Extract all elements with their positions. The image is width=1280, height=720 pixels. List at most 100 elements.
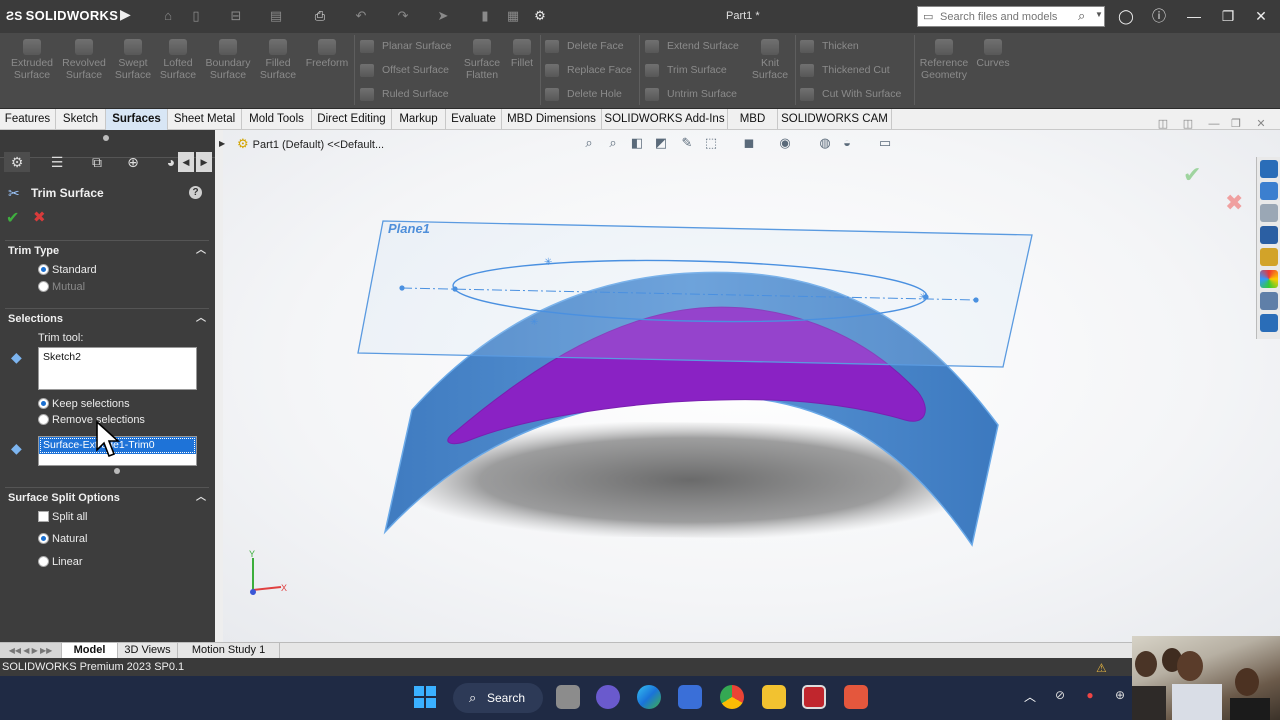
file-explorer-icon[interactable] bbox=[762, 685, 786, 709]
extruded-surface-button[interactable]: Extruded Surface bbox=[8, 39, 56, 81]
store-icon[interactable] bbox=[678, 685, 702, 709]
chevron-up-icon[interactable]: ︿ bbox=[196, 241, 206, 261]
revolved-surface-button[interactable]: Revolved Surface bbox=[60, 39, 108, 81]
tab-solidworks-cam[interactable]: SOLIDWORKS CAM bbox=[778, 109, 892, 130]
feature-manager-tab-icon[interactable]: ⚙ bbox=[4, 152, 30, 172]
freeform-button[interactable]: Freeform bbox=[303, 39, 351, 69]
minimize-button[interactable]: — bbox=[1183, 6, 1205, 26]
untrim-surface-button[interactable]: Untrim Surface bbox=[645, 85, 737, 103]
collapse-right-icon[interactable]: ◫ bbox=[1181, 117, 1195, 131]
microphone-icon[interactable]: ● bbox=[1082, 688, 1098, 704]
undo-icon[interactable]: ↶ bbox=[353, 8, 369, 24]
taskbar-search-button[interactable]: ⌕ Search bbox=[453, 683, 543, 713]
logo-menu-arrow-icon[interactable]: ▶ bbox=[120, 6, 131, 23]
graphics-area[interactable]: ✳ ✳ ✳ Plane1 Y X bbox=[215, 130, 1280, 642]
mutual-radio[interactable]: Mutual bbox=[38, 280, 85, 294]
planar-surface-button[interactable]: Planar Surface bbox=[360, 37, 451, 55]
tab-evaluate[interactable]: Evaluate bbox=[446, 109, 502, 130]
zoom-to-fit-icon[interactable]: ⌕ bbox=[580, 134, 598, 152]
tab-solidworks-add-ins[interactable]: SOLIDWORKS Add-Ins bbox=[602, 109, 728, 130]
cancel-x-icon[interactable]: ✖ bbox=[33, 208, 46, 226]
reference-geometry-button[interactable]: Reference Geometry bbox=[918, 39, 970, 81]
previous-view-icon[interactable]: ◧ bbox=[628, 134, 646, 152]
selections-header[interactable]: Selections ︿ bbox=[5, 308, 209, 328]
ok-check-icon[interactable]: ✔ bbox=[6, 208, 19, 228]
tab-motion-study-1[interactable]: Motion Study 1 bbox=[178, 643, 280, 658]
print-icon[interactable]: ⎙ bbox=[312, 8, 328, 24]
solidworks-resources-icon[interactable] bbox=[1260, 160, 1278, 178]
tab-scroll-arrows-icon[interactable]: ◀◀ ◀ ▶ ▶▶ bbox=[0, 643, 62, 658]
save-icon[interactable]: ▤ bbox=[268, 8, 284, 24]
natural-radio[interactable]: Natural bbox=[38, 532, 87, 546]
tab-model[interactable]: Model bbox=[62, 643, 118, 658]
curves-button[interactable]: Curves bbox=[974, 39, 1012, 69]
model-canvas[interactable]: ✳ ✳ ✳ Plane1 Y X bbox=[215, 130, 1280, 642]
solidworks-2023-taskbar-icon[interactable] bbox=[802, 685, 826, 709]
collapse-left-icon[interactable]: ◫ bbox=[1156, 117, 1170, 131]
search-dropdown-icon[interactable]: ▼ bbox=[1095, 10, 1103, 19]
globe-icon[interactable]: ⊕ bbox=[1112, 688, 1128, 704]
thicken-button[interactable]: Thicken bbox=[800, 37, 859, 55]
dynamic-annotation-icon[interactable]: ✎ bbox=[678, 134, 696, 152]
trim-surface-button[interactable]: Trim Surface bbox=[645, 61, 727, 79]
confirmation-cancel-icon[interactable]: ✖ bbox=[1225, 190, 1243, 216]
tab-direct-editing[interactable]: Direct Editing bbox=[312, 109, 392, 130]
resize-handle[interactable] bbox=[114, 468, 120, 474]
tree-expand-icon[interactable]: ▶ bbox=[219, 139, 225, 148]
split-all-checkbox[interactable]: Split all bbox=[38, 510, 87, 524]
viewport-minimize-icon[interactable]: — bbox=[1207, 117, 1221, 131]
task-view-icon[interactable] bbox=[556, 685, 580, 709]
tab-markup[interactable]: Markup bbox=[392, 109, 446, 130]
zoom-to-area-icon[interactable]: ⌕ bbox=[604, 134, 622, 152]
chevron-up-icon[interactable]: ︿ bbox=[196, 309, 206, 329]
rebuild-status-icon[interactable]: ⚠ bbox=[1096, 659, 1107, 677]
custom-properties-icon[interactable] bbox=[1260, 292, 1278, 310]
tab-mold-tools[interactable]: Mold Tools bbox=[242, 109, 312, 130]
feature-tree-flyout[interactable]: ⚙ Part1 (Default) <<Default... bbox=[237, 136, 384, 152]
user-account-icon[interactable]: ◯ bbox=[1115, 6, 1137, 26]
viewport-restore-icon[interactable]: ❐ bbox=[1229, 117, 1243, 131]
standard-radio[interactable]: Standard bbox=[38, 263, 97, 277]
home-tab-icon[interactable] bbox=[1260, 182, 1278, 200]
windows-start-icon[interactable] bbox=[413, 685, 437, 709]
search-input[interactable] bbox=[940, 9, 1075, 25]
panel-grip[interactable] bbox=[103, 135, 109, 141]
lofted-surface-button[interactable]: Lofted Surface bbox=[156, 39, 200, 81]
solidworks-forum-icon[interactable] bbox=[1260, 314, 1278, 332]
chrome-icon[interactable] bbox=[720, 685, 744, 709]
swept-surface-button[interactable]: Swept Surface bbox=[111, 39, 155, 81]
confirmation-ok-icon[interactable]: ✔ bbox=[1183, 162, 1201, 188]
open-icon[interactable]: ⊟ bbox=[228, 8, 244, 24]
boundary-surface-button[interactable]: Boundary Surface bbox=[202, 39, 254, 81]
file-explorer-icon[interactable] bbox=[1260, 226, 1278, 244]
new-document-icon[interactable]: ▯ bbox=[188, 8, 204, 24]
select-arrow-icon[interactable]: ➤ bbox=[435, 8, 451, 24]
edit-appearance-icon[interactable]: ◍ bbox=[816, 134, 834, 152]
filled-surface-button[interactable]: Filled Surface bbox=[255, 39, 301, 81]
teams-chat-icon[interactable] bbox=[596, 685, 620, 709]
surface-flatten-button[interactable]: Surface Flatten bbox=[460, 39, 504, 81]
restore-button[interactable]: ❐ bbox=[1217, 6, 1239, 26]
design-library-icon[interactable] bbox=[1260, 204, 1278, 222]
thickened-cut-button[interactable]: Thickened Cut bbox=[800, 61, 890, 79]
extend-surface-button[interactable]: Extend Surface bbox=[645, 37, 739, 55]
tab-scroll-right-icon[interactable]: ▶ bbox=[196, 152, 212, 172]
panel-splitter[interactable] bbox=[215, 130, 223, 642]
tab-sheet-metal[interactable]: Sheet Metal bbox=[168, 109, 242, 130]
recorder-app-icon[interactable] bbox=[844, 685, 868, 709]
configuration-manager-tab-icon[interactable]: ⧉ bbox=[84, 152, 110, 172]
delete-face-button[interactable]: Delete Face bbox=[545, 37, 624, 55]
tab-3d-views[interactable]: 3D Views bbox=[118, 643, 178, 658]
rebuild-icon[interactable]: ▮ bbox=[477, 8, 493, 24]
view-palette-icon[interactable] bbox=[1260, 248, 1278, 266]
tab-mbd-dimensions[interactable]: MBD Dimensions bbox=[502, 109, 602, 130]
tab-features[interactable]: Features bbox=[0, 109, 56, 130]
file-properties-icon[interactable]: ▦ bbox=[505, 8, 521, 24]
tab-surfaces[interactable]: Surfaces bbox=[106, 109, 168, 130]
cut-with-surface-button[interactable]: Cut With Surface bbox=[800, 85, 901, 103]
property-manager-tab-icon[interactable]: ☰ bbox=[44, 152, 70, 172]
tab-sketch[interactable]: Sketch bbox=[56, 109, 106, 130]
help-icon[interactable]: ⓘ bbox=[1148, 6, 1170, 26]
trim-type-header[interactable]: Trim Type ︿ bbox=[5, 240, 209, 260]
network-icon[interactable]: ⊘ bbox=[1052, 688, 1068, 704]
